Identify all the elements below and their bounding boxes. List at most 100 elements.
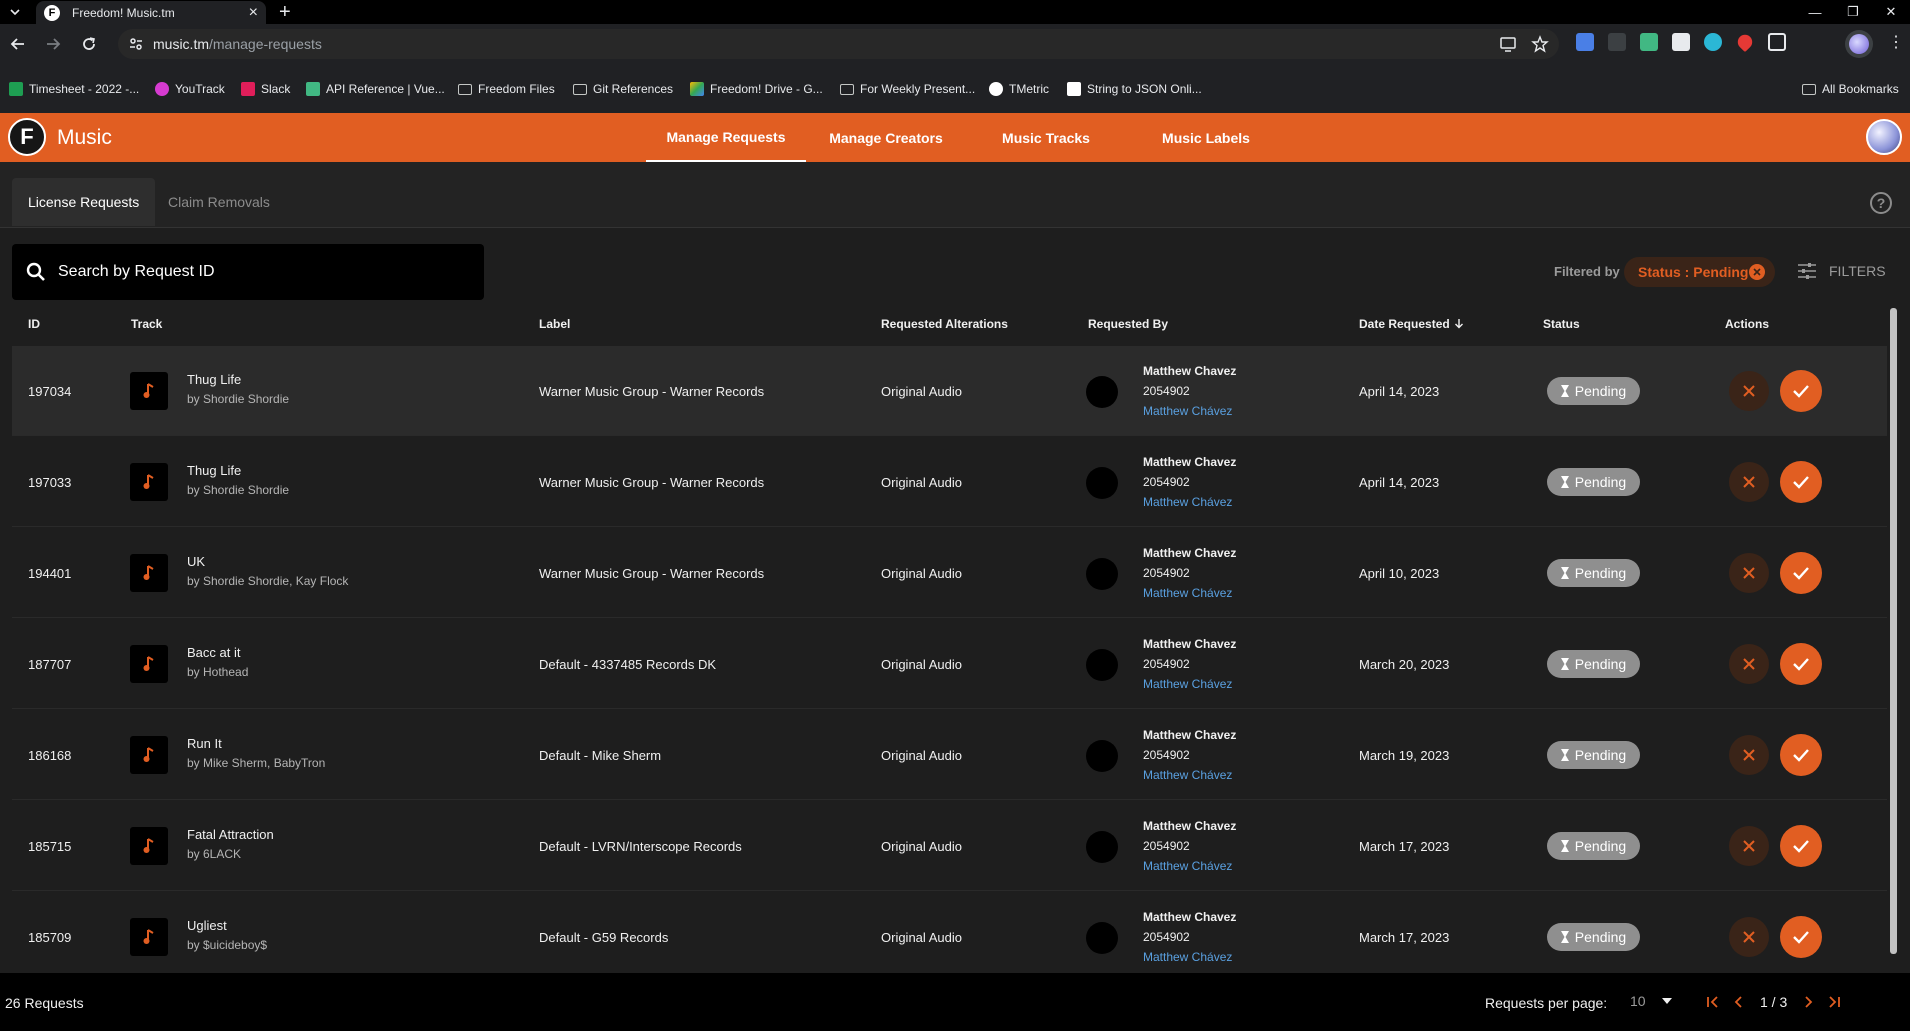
table-row[interactable]: 186168 Run It by Mike Sherm, BabyTron De… bbox=[12, 710, 1887, 800]
col-date-requested[interactable]: Date Requested bbox=[1359, 317, 1464, 331]
track-title[interactable]: Thug Life bbox=[187, 463, 241, 478]
browser-profile-avatar[interactable] bbox=[1845, 30, 1873, 58]
wrench-extension-icon[interactable] bbox=[1608, 33, 1626, 51]
close-window-icon[interactable]: ✕ bbox=[1872, 0, 1910, 24]
approve-button[interactable] bbox=[1780, 643, 1822, 685]
requester-link[interactable]: Matthew Chávez bbox=[1143, 586, 1232, 600]
hourglass-icon bbox=[1560, 840, 1569, 852]
bookmark-label: String to JSON Onli... bbox=[1087, 82, 1202, 96]
filters-button[interactable]: FILTERS bbox=[1797, 262, 1886, 280]
track-artist: by Shordie Shordie bbox=[187, 392, 290, 406]
all-bookmarks[interactable]: All Bookmarks bbox=[1802, 82, 1899, 96]
track-title[interactable]: Bacc at it bbox=[187, 645, 240, 660]
browser-menu-icon[interactable]: ⋮ bbox=[1888, 34, 1904, 52]
forward-arrow-icon[interactable] bbox=[43, 34, 63, 54]
check-icon bbox=[1792, 384, 1810, 398]
track-title[interactable]: Fatal Attraction bbox=[187, 827, 274, 842]
approve-button[interactable] bbox=[1780, 825, 1822, 867]
tab-close-icon[interactable]: × bbox=[249, 4, 258, 22]
filter-chip-label: Status : Pending bbox=[1638, 264, 1749, 280]
requester-link[interactable]: Matthew Chávez bbox=[1143, 768, 1232, 782]
track-title[interactable]: Run It bbox=[187, 736, 222, 751]
approve-button[interactable] bbox=[1780, 461, 1822, 503]
user-avatar[interactable] bbox=[1866, 119, 1902, 155]
bookmark-item[interactable]: Git References bbox=[573, 82, 673, 96]
bookmark-item[interactable]: Timesheet - 2022 -... bbox=[9, 82, 139, 96]
table-row[interactable]: 185715 Fatal Attraction by 6LACK Default… bbox=[12, 801, 1887, 891]
table-row[interactable]: 197033 Thug Life by Shordie Shordie Warn… bbox=[12, 437, 1887, 527]
status-badge: Pending bbox=[1547, 650, 1640, 678]
table-row[interactable]: 185709 Ugliest by $uicideboy$ Default - … bbox=[12, 892, 1887, 973]
minimize-icon[interactable]: — bbox=[1796, 0, 1834, 24]
reject-button[interactable] bbox=[1729, 644, 1769, 684]
table-scrollbar[interactable] bbox=[1889, 298, 1898, 963]
last-page-icon[interactable] bbox=[1821, 991, 1847, 1013]
bookmark-item[interactable]: String to JSON Onli... bbox=[1067, 82, 1202, 96]
qr-extension-icon[interactable] bbox=[1672, 33, 1690, 51]
search-input[interactable] bbox=[58, 260, 458, 284]
track-title[interactable]: Thug Life bbox=[187, 372, 241, 387]
sort-down-arrow-icon[interactable] bbox=[1454, 318, 1464, 329]
bookmark-item[interactable]: Freedom Files bbox=[458, 82, 555, 96]
nav-music-tracks[interactable]: Music Tracks bbox=[966, 113, 1126, 162]
bookmark-item[interactable]: API Reference | Vue... bbox=[306, 82, 445, 96]
reject-button[interactable] bbox=[1729, 826, 1769, 866]
requester-name: Matthew Chavez bbox=[1143, 819, 1237, 833]
page-indicator: 1 / 3 bbox=[1760, 994, 1788, 1010]
tab-license-requests[interactable]: License Requests bbox=[12, 178, 156, 226]
bookmark-item[interactable]: For Weekly Present... bbox=[840, 82, 975, 96]
approve-button[interactable] bbox=[1780, 734, 1822, 776]
site-settings-icon[interactable] bbox=[128, 36, 144, 52]
scrollbar-thumb[interactable] bbox=[1890, 308, 1897, 954]
remove-filter-icon[interactable] bbox=[1749, 264, 1765, 280]
next-page-icon[interactable] bbox=[1795, 991, 1821, 1013]
browser-tab[interactable]: F Freedom! Music.tm × bbox=[36, 1, 266, 24]
help-icon[interactable]: ? bbox=[1870, 192, 1892, 214]
approve-button[interactable] bbox=[1780, 916, 1822, 958]
install-app-icon[interactable] bbox=[1499, 35, 1517, 53]
track-title[interactable]: UK bbox=[187, 554, 205, 569]
extension-1-icon[interactable] bbox=[1576, 33, 1594, 51]
heart-extension-icon[interactable] bbox=[1734, 31, 1756, 53]
requester-link[interactable]: Matthew Chávez bbox=[1143, 677, 1232, 691]
tab-claim-removals[interactable]: Claim Removals bbox=[152, 178, 286, 226]
requester-link[interactable]: Matthew Chávez bbox=[1143, 859, 1232, 873]
bookmark-item[interactable]: Freedom! Drive - G... bbox=[690, 82, 823, 96]
address-bar[interactable]: music.tm/manage-requests bbox=[118, 29, 1559, 59]
tmetric-extension-icon[interactable] bbox=[1704, 33, 1722, 51]
nav-music-labels[interactable]: Music Labels bbox=[1126, 113, 1286, 162]
tab-search-chevron-icon[interactable] bbox=[5, 2, 25, 22]
reject-button[interactable] bbox=[1729, 462, 1769, 502]
reload-icon[interactable] bbox=[79, 34, 99, 54]
table-row[interactable]: 194401 UK by Shordie Shordie, Kay Flock … bbox=[12, 528, 1887, 618]
back-arrow-icon[interactable] bbox=[8, 34, 28, 54]
table-row[interactable]: 197034 Thug Life by Shordie Shordie Warn… bbox=[12, 346, 1887, 436]
approve-button[interactable] bbox=[1780, 370, 1822, 412]
first-page-icon[interactable] bbox=[1700, 991, 1726, 1013]
vue-extension-icon[interactable] bbox=[1640, 33, 1658, 51]
nav-manage-creators[interactable]: Manage Creators bbox=[806, 113, 966, 162]
table-row[interactable]: 187707 Bacc at it by Hothead Default - 4… bbox=[12, 619, 1887, 709]
previous-page-icon[interactable] bbox=[1726, 991, 1752, 1013]
reject-button[interactable] bbox=[1729, 371, 1769, 411]
app-logo[interactable]: F bbox=[8, 118, 46, 156]
requester-link[interactable]: Matthew Chávez bbox=[1143, 404, 1232, 418]
restore-icon[interactable]: ❐ bbox=[1834, 0, 1872, 24]
reject-button[interactable] bbox=[1729, 917, 1769, 957]
requester-avatar bbox=[1086, 376, 1118, 408]
reject-button[interactable] bbox=[1729, 735, 1769, 775]
requester-link[interactable]: Matthew Chávez bbox=[1143, 495, 1232, 509]
nav-manage-requests[interactable]: Manage Requests bbox=[646, 113, 806, 162]
requester-link[interactable]: Matthew Chávez bbox=[1143, 950, 1232, 964]
rows-per-page-select[interactable]: 10 bbox=[1630, 993, 1672, 1009]
bookmark-item[interactable]: TMetric bbox=[989, 82, 1049, 96]
bookmark-item[interactable]: Slack bbox=[241, 82, 290, 96]
approve-button[interactable] bbox=[1780, 552, 1822, 594]
bookmark-item[interactable]: YouTrack bbox=[155, 82, 225, 96]
reject-button[interactable] bbox=[1729, 553, 1769, 593]
bookmark-star-icon[interactable] bbox=[1531, 35, 1549, 53]
new-tab-plus-icon[interactable]: + bbox=[279, 2, 291, 22]
extensions-puzzle-icon[interactable] bbox=[1768, 33, 1786, 51]
track-title[interactable]: Ugliest bbox=[187, 918, 227, 933]
request-id: 186168 bbox=[28, 748, 72, 763]
